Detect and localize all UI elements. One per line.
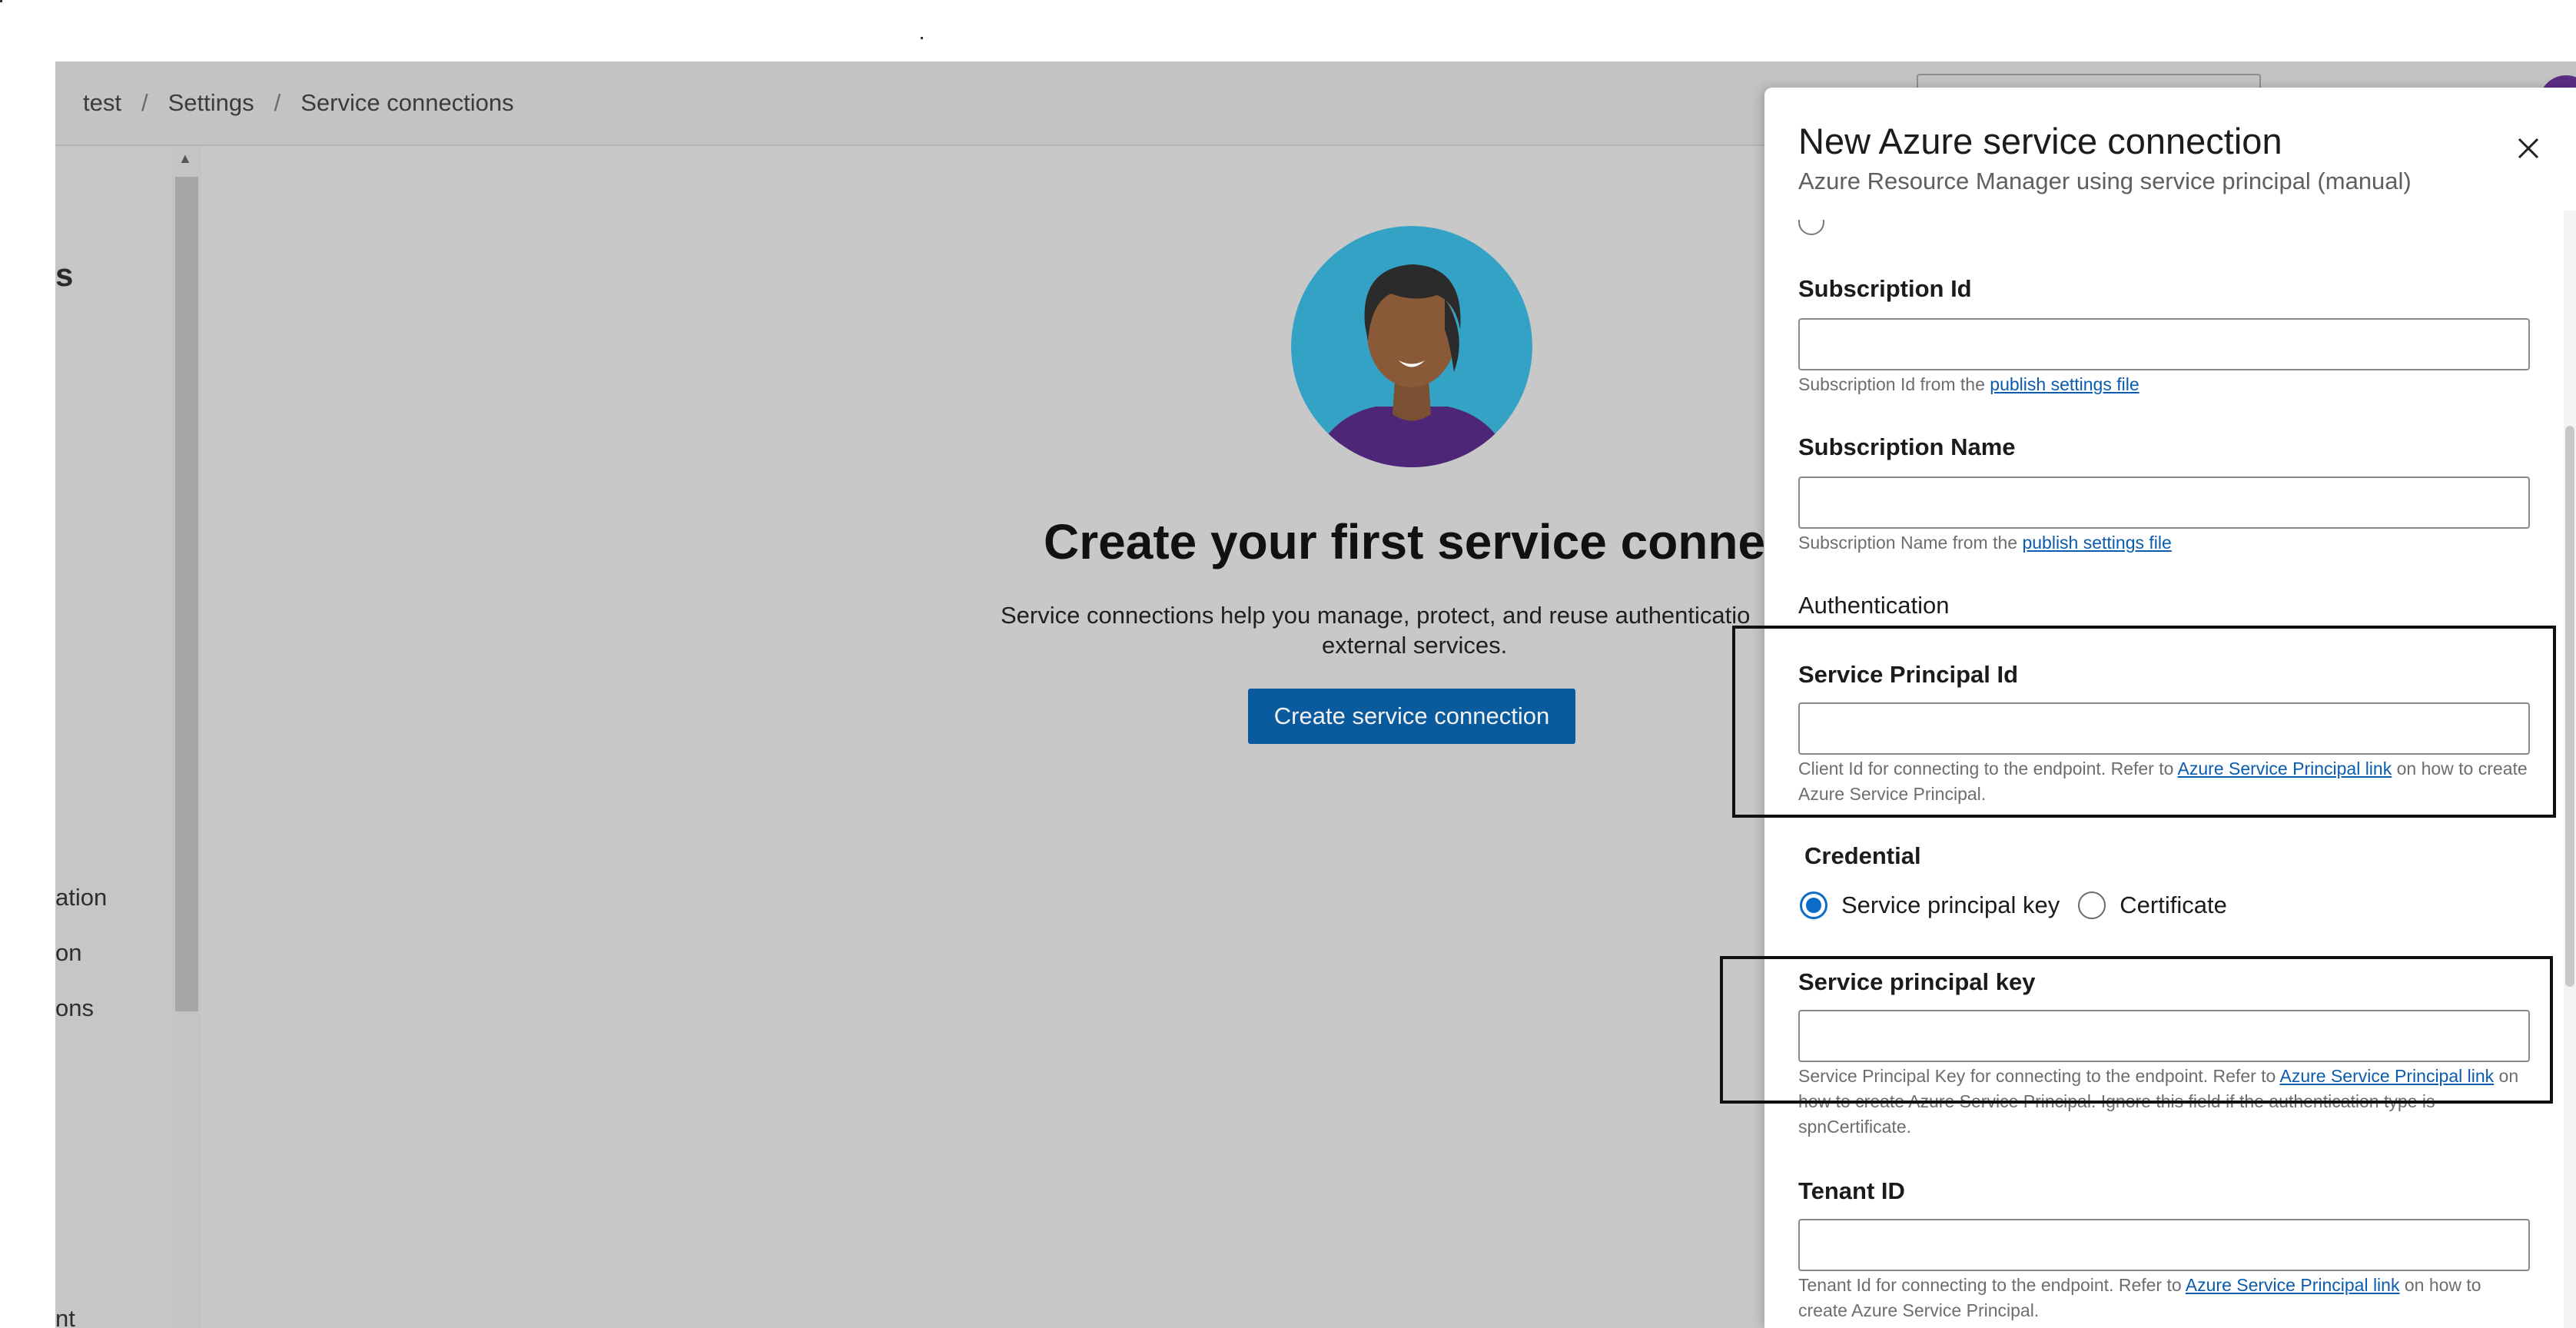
service-principal-key-radio-label[interactable]: Service principal key [1841, 891, 2060, 919]
stray-dot [921, 37, 923, 39]
subscription-id-help: Subscription Id from the publish setting… [1798, 372, 2530, 397]
nav-item[interactable]: ation [55, 884, 107, 911]
panel-title: New Azure service connection [1798, 121, 2282, 161]
certificate-radio-label[interactable]: Certificate [2120, 891, 2227, 919]
subscription-id-label: Subscription Id [1798, 275, 1972, 302]
help-text: Subscription Name from the [1798, 533, 2023, 553]
subscription-name-input[interactable] [1798, 476, 2530, 529]
breadcrumb-item-service-connections[interactable]: Service connections [300, 89, 513, 116]
breadcrumb-item-settings[interactable]: Settings [168, 89, 254, 116]
close-icon [2518, 138, 2539, 159]
breadcrumb-separator: / [141, 89, 148, 116]
help-text: Tenant Id for connecting to the endpoint… [1798, 1275, 2186, 1295]
service-principal-key-radio[interactable] [1800, 891, 1827, 919]
credential-radio-group: Service principal key Certificate [1800, 891, 2246, 925]
tenant-id-label: Tenant ID [1798, 1177, 1905, 1204]
publish-settings-file-link[interactable]: publish settings file [1990, 374, 2139, 394]
breadcrumb-separator: / [274, 89, 281, 116]
nav-scrollbar[interactable]: ▲ [172, 146, 201, 1328]
subscription-name-label: Subscription Name [1798, 433, 2016, 460]
breadcrumb-item-project[interactable]: test [83, 89, 121, 116]
partial-radio-button[interactable] [1798, 220, 1824, 235]
nav-item[interactable]: ons [55, 994, 94, 1022]
nav-scrollbar-thumb[interactable] [175, 177, 198, 1011]
highlight-box-service-principal-key [1720, 956, 2553, 1104]
stray-dot [0, 0, 2, 2]
close-button[interactable] [2505, 129, 2542, 166]
empty-state-title: Create your first service connection [1044, 514, 1883, 569]
panel-subtitle: Azure Resource Manager using service pri… [1798, 168, 2412, 194]
person-avatar-illustration [1291, 226, 1532, 467]
credential-label: Credential [1804, 842, 1921, 869]
breadcrumb: test / Settings / Service connections [83, 89, 514, 117]
left-nav-title: s [55, 257, 74, 293]
authentication-heading: Authentication [1798, 592, 1950, 619]
nav-item[interactable]: nt [55, 1305, 75, 1328]
help-text: Subscription Id from the [1798, 374, 1990, 394]
tenant-id-input[interactable] [1798, 1219, 2530, 1271]
certificate-radio[interactable] [2078, 891, 2106, 919]
publish-settings-file-link[interactable]: publish settings file [2022, 533, 2171, 553]
panel-scrollbar-thumb[interactable] [2565, 426, 2574, 987]
highlight-box-service-principal-id [1732, 626, 2556, 818]
azure-service-principal-link[interactable]: Azure Service Principal link [2186, 1275, 2400, 1295]
create-service-connection-button[interactable]: Create service connection [1248, 689, 1575, 744]
chevron-up-icon[interactable]: ▲ [178, 151, 192, 167]
tenant-id-help: Tenant Id for connecting to the endpoint… [1798, 1273, 2530, 1323]
empty-state-description-line2: external services. [1322, 632, 1508, 659]
subscription-name-help: Subscription Name from the publish setti… [1798, 530, 2530, 556]
subscription-id-input[interactable] [1798, 318, 2530, 370]
nav-item[interactable]: on [55, 939, 81, 967]
